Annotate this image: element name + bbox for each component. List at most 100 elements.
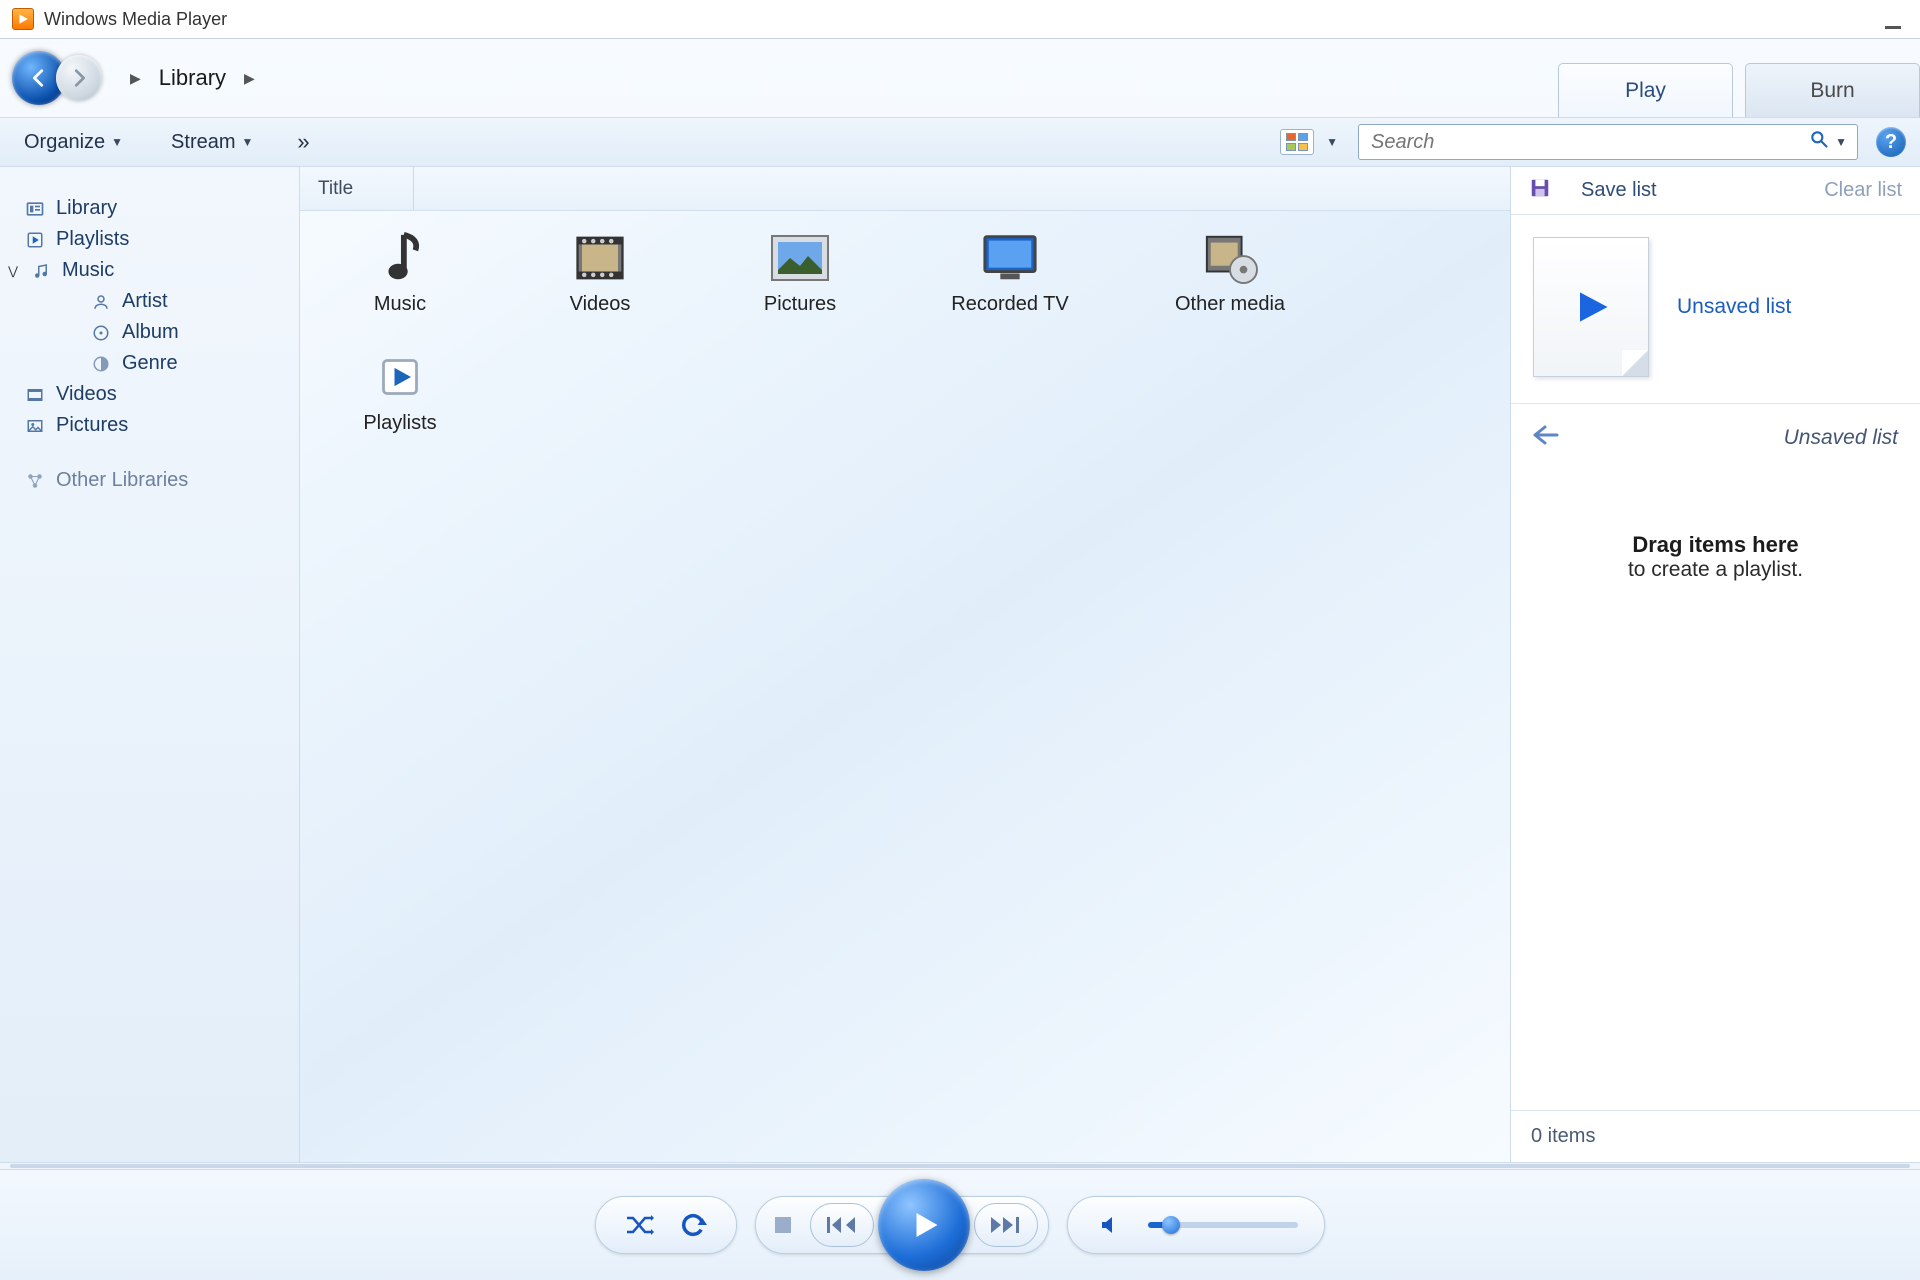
library-icon <box>24 198 46 220</box>
tree-other-libraries-label: Other Libraries <box>56 469 188 492</box>
tree-pictures-label: Pictures <box>56 414 128 437</box>
drag-target-message: Drag items here to create a playlist. <box>1511 532 1920 582</box>
playlist-thumbnail[interactable] <box>1533 237 1649 377</box>
chevron-right-icon[interactable]: ▶ <box>244 70 255 87</box>
playlist-subheader: Unsaved list <box>1511 404 1920 472</box>
seek-bar[interactable] <box>0 1162 1920 1170</box>
organize-label: Organize <box>24 131 105 154</box>
nav-forward-button[interactable] <box>56 55 102 101</box>
video-icon <box>570 231 630 285</box>
nav-row: ▶ Library ▶ Play Burn <box>0 39 1920 117</box>
tree-artist[interactable]: Artist <box>20 286 299 317</box>
playback-center-group <box>755 1196 1049 1254</box>
library-item-label: Videos <box>570 293 631 316</box>
playlist-icon <box>370 350 430 404</box>
tab-play[interactable]: Play <box>1558 63 1733 117</box>
organize-menu[interactable]: Organize ▼ <box>14 127 133 158</box>
help-button[interactable]: ? <box>1876 127 1906 157</box>
artist-icon <box>90 291 112 313</box>
save-list-button[interactable]: Save list <box>1581 179 1657 202</box>
app-icon <box>12 8 34 30</box>
library-item-music[interactable]: Music <box>330 231 470 316</box>
tree-playlists-label: Playlists <box>56 228 129 251</box>
app-frame: ▶ Library ▶ Play Burn Organize ▼ Stream … <box>0 38 1920 1280</box>
tree-library[interactable]: Library <box>20 193 299 224</box>
playlist-header: Unsaved list <box>1511 215 1920 404</box>
column-divider[interactable] <box>413 167 414 210</box>
tree-pictures[interactable]: Pictures <box>20 410 299 441</box>
stop-button[interactable] <box>766 1208 800 1242</box>
tv-icon <box>980 231 1040 285</box>
next-button[interactable] <box>974 1203 1038 1247</box>
tree-genre[interactable]: Genre <box>20 348 299 379</box>
repeat-button[interactable] <box>676 1208 710 1242</box>
drag-line-2: to create a playlist. <box>1511 558 1920 582</box>
library-grid: Music Videos Pictures <box>300 211 1510 455</box>
picture-icon <box>770 231 830 285</box>
playback-controls <box>0 1170 1920 1280</box>
mute-button[interactable] <box>1094 1208 1128 1242</box>
album-icon <box>90 322 112 344</box>
volume-knob[interactable] <box>1162 1216 1180 1234</box>
library-item-label: Music <box>374 293 426 316</box>
search-icon[interactable] <box>1809 129 1829 155</box>
now-playing-pane: Save list Clear list Unsaved list Unsave… <box>1510 167 1920 1162</box>
tree-playlists[interactable]: Playlists <box>20 224 299 255</box>
content-pane: Title Music Videos <box>300 167 1510 1162</box>
app-title: Windows Media Player <box>44 9 227 30</box>
genre-icon <box>90 353 112 375</box>
tree-music-label: Music <box>62 259 114 282</box>
stream-menu[interactable]: Stream ▼ <box>161 127 263 158</box>
library-item-pictures[interactable]: Pictures <box>730 231 870 316</box>
rightpane-toolbar: Save list Clear list <box>1511 167 1920 215</box>
tree-videos-label: Videos <box>56 383 117 406</box>
search-box[interactable]: ▼ <box>1358 124 1858 160</box>
library-item-recorded-tv[interactable]: Recorded TV <box>930 231 1090 316</box>
tree-album[interactable]: Album <box>20 317 299 348</box>
library-item-label: Other media <box>1175 293 1285 316</box>
sidebar: Library Playlists ⋁ Music Artist <box>0 167 300 1162</box>
playback-right-group <box>1067 1196 1325 1254</box>
tree-other-libraries[interactable]: Other Libraries <box>20 465 299 496</box>
view-switcher[interactable]: ▼ <box>1270 125 1348 159</box>
library-item-videos[interactable]: Videos <box>530 231 670 316</box>
toolbar-overflow[interactable]: » <box>291 129 317 155</box>
search-input[interactable] <box>1369 130 1809 155</box>
tree-library-label: Library <box>56 197 117 220</box>
tree-expand-caret[interactable]: ⋁ <box>6 264 20 278</box>
chevron-down-icon: ▼ <box>242 135 254 149</box>
music-icon <box>30 260 52 282</box>
save-icon <box>1529 177 1551 205</box>
music-icon <box>370 231 430 285</box>
chevron-down-icon: ▼ <box>111 135 123 149</box>
volume-slider[interactable] <box>1148 1222 1298 1228</box>
playback-left-group <box>595 1196 737 1254</box>
breadcrumb-library[interactable]: Library <box>151 61 234 95</box>
picture-icon <box>24 415 46 437</box>
titlebar: Windows Media Player <box>0 0 1920 38</box>
playlist-title[interactable]: Unsaved list <box>1677 295 1791 319</box>
drag-line-1: Drag items here <box>1511 532 1920 558</box>
library-item-label: Playlists <box>363 412 436 435</box>
shuffle-button[interactable] <box>622 1208 656 1242</box>
tree-artist-label: Artist <box>122 290 168 313</box>
minimize-button[interactable] <box>1878 9 1908 29</box>
clear-list-button[interactable]: Clear list <box>1824 179 1902 202</box>
play-button[interactable] <box>878 1179 970 1271</box>
video-icon <box>24 384 46 406</box>
tab-burn[interactable]: Burn <box>1745 63 1920 117</box>
playlist-subtitle: Unsaved list <box>1784 426 1898 450</box>
tree-genre-label: Genre <box>122 352 178 375</box>
chevron-down-icon[interactable]: ▼ <box>1835 135 1847 149</box>
arrow-left-icon[interactable] <box>1533 424 1559 452</box>
library-item-playlists[interactable]: Playlists <box>330 350 470 435</box>
previous-button[interactable] <box>810 1203 874 1247</box>
tree-music[interactable]: ⋁ Music <box>20 255 299 286</box>
network-icon <box>24 470 46 492</box>
content-column-header[interactable]: Title <box>300 167 1510 211</box>
tree-videos[interactable]: Videos <box>20 379 299 410</box>
library-item-other-media[interactable]: Other media <box>1150 231 1310 316</box>
column-title-label: Title <box>318 178 353 200</box>
mode-tabs: Play Burn <box>1558 63 1920 117</box>
playlist-icon <box>24 229 46 251</box>
